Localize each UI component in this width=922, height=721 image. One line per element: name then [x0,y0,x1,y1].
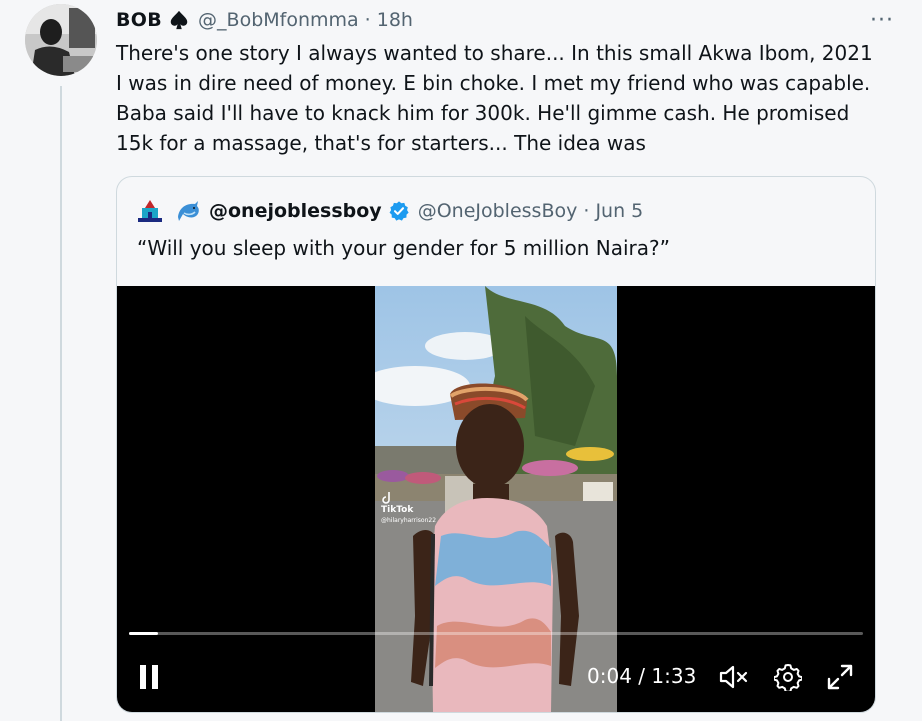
settings-button[interactable] [772,663,804,695]
current-time: 0:04 [587,664,632,688]
author-avatar[interactable] [25,4,97,76]
video-progress-fill [129,632,159,635]
pause-icon [137,664,161,694]
verified-badge-icon [388,200,410,222]
quoted-tweet-header: @onejoblessboy @OneJoblessBoy · Jun 5 [137,197,643,225]
quoted-tweet-timestamp[interactable]: · Jun 5 [583,200,643,222]
video-frame: TikTok @hilaryharrison22 [375,286,617,712]
pause-button[interactable] [135,664,163,694]
video-progress-bar[interactable] [129,632,863,635]
dolphin-icon [175,199,201,223]
video-player[interactable]: TikTok @hilaryharrison22 0:04 / 1:33 [117,286,875,712]
mute-icon [718,663,750,695]
tiktok-watermark: TikTok [381,505,414,515]
tweet-text: There's one story I always wanted to sha… [116,41,873,155]
tweet-header: BOB @_BobMfonmma · 18h [116,8,413,32]
duration: 1:33 [651,664,697,688]
tweet-timestamp[interactable]: · 18h [365,9,413,31]
tiktok-watermark-user: @hilaryharrison22 [381,517,436,524]
spade-icon [168,9,190,31]
fullscreen-icon [826,663,854,695]
fullscreen-button[interactable] [825,664,855,694]
time-separator: / [638,664,646,688]
quoted-author-avatar[interactable] [137,198,163,224]
more-options-button[interactable]: ··· [870,8,894,33]
thread-line [60,86,62,721]
quoted-tweet-text: “Will you sleep with your gender for 5 m… [137,236,670,260]
mute-button[interactable] [717,664,751,694]
video-time-display: 0:04 / 1:33 [587,664,696,688]
author-handle[interactable]: @_BobMfonmma [198,9,359,31]
quoted-tweet[interactable]: @onejoblessboy @OneJoblessBoy · Jun 5 “W… [116,176,876,713]
quoted-author-handle[interactable]: @OneJoblessBoy [418,200,578,222]
quoted-author-name[interactable]: @onejoblessboy [209,200,382,222]
settings-icon [772,663,804,695]
author-name[interactable]: BOB [116,9,162,31]
